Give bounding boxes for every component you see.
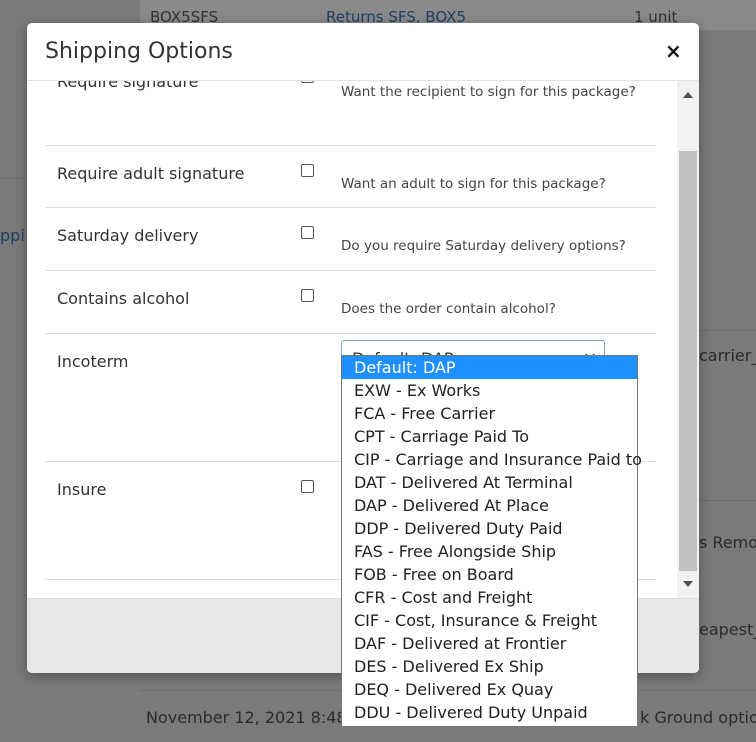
incoterm-option[interactable]: DAP - Delivered At Place	[342, 494, 637, 517]
background-divider	[699, 500, 756, 501]
background-date: November 12, 2021 8:48	[146, 708, 347, 727]
option-row-contains-alcohol: Contains alcohol Does the order contain …	[45, 271, 656, 334]
incoterm-option[interactable]: FCA - Free Carrier	[342, 402, 637, 425]
background-text: s Remo	[699, 533, 756, 552]
incoterm-option[interactable]: DDP - Delivered Duty Paid	[342, 517, 637, 540]
incoterm-option[interactable]: DAT - Delivered At Terminal	[342, 471, 637, 494]
incoterm-option[interactable]: CPT - Carriage Paid To	[342, 425, 637, 448]
scroll-down-icon[interactable]	[683, 581, 693, 587]
incoterm-option[interactable]: DAF - Delivered at Frontier	[342, 632, 637, 655]
option-help-text: Does the order contain alcohol?	[341, 301, 556, 317]
background-text: carrier_	[699, 346, 756, 365]
require-signature-checkbox[interactable]	[301, 81, 314, 83]
scroll-up-icon[interactable]	[683, 92, 693, 98]
incoterm-option[interactable]: CFR - Cost and Freight	[342, 586, 637, 609]
incoterm-option[interactable]: CIF - Cost, Insurance & Freight	[342, 609, 637, 632]
option-help-text: Want an adult to sign for this package?	[341, 176, 606, 192]
incoterm-option[interactable]: FAS - Free Alongside Ship	[342, 540, 637, 563]
modal-title: Shipping Options	[45, 39, 233, 64]
incoterm-option[interactable]: FOB - Free on Board	[342, 563, 637, 586]
option-label: Saturday delivery	[57, 226, 199, 245]
option-label: Incoterm	[57, 352, 129, 371]
background-divider	[0, 178, 30, 179]
incoterm-option[interactable]: DEQ - Delivered Ex Quay	[342, 678, 637, 701]
option-row-saturday-delivery: Saturday delivery Do you require Saturda…	[45, 208, 656, 271]
background-text: ppi	[0, 226, 25, 245]
require-adult-signature-checkbox[interactable]	[301, 164, 314, 177]
background-text: k Ground optio	[640, 708, 756, 727]
option-help-text: Do you require Saturday delivery options…	[341, 238, 626, 254]
saturday-delivery-checkbox[interactable]	[301, 226, 314, 239]
insure-checkbox[interactable]	[301, 480, 314, 493]
contains-alcohol-checkbox[interactable]	[301, 289, 314, 302]
option-row-require-adult-signature: Require adult signature Want an adult to…	[45, 146, 656, 208]
option-label: Require adult signature	[57, 164, 245, 183]
incoterm-option[interactable]: Default: DAP	[342, 356, 637, 379]
incoterm-option[interactable]: EXW - Ex Works	[342, 379, 637, 402]
scrollbar-thumb[interactable]	[679, 151, 697, 571]
incoterm-option[interactable]: CIP - Carriage and Insurance Paid to	[342, 448, 642, 471]
background-text: eapest_	[699, 620, 756, 639]
option-label: Insure	[57, 480, 107, 499]
incoterm-dropdown-list: Default: DAP EXW - Ex Works FCA - Free Car…	[341, 355, 642, 727]
modal-header: Shipping Options ×	[27, 23, 699, 81]
background-divider	[699, 330, 756, 331]
option-help-text: Want the recipient to sign for this pack…	[341, 84, 636, 100]
option-label: Contains alcohol	[57, 289, 190, 308]
modal-scrollbar[interactable]	[677, 81, 699, 598]
option-label: Require signature	[57, 81, 199, 91]
close-icon[interactable]: ×	[665, 39, 682, 63]
option-row-require-signature: Require signature Want the recipient to …	[45, 81, 656, 146]
incoterm-option[interactable]: DES - Delivered Ex Ship	[342, 655, 637, 678]
incoterm-option[interactable]: DDU - Delivered Duty Unpaid	[342, 701, 637, 724]
